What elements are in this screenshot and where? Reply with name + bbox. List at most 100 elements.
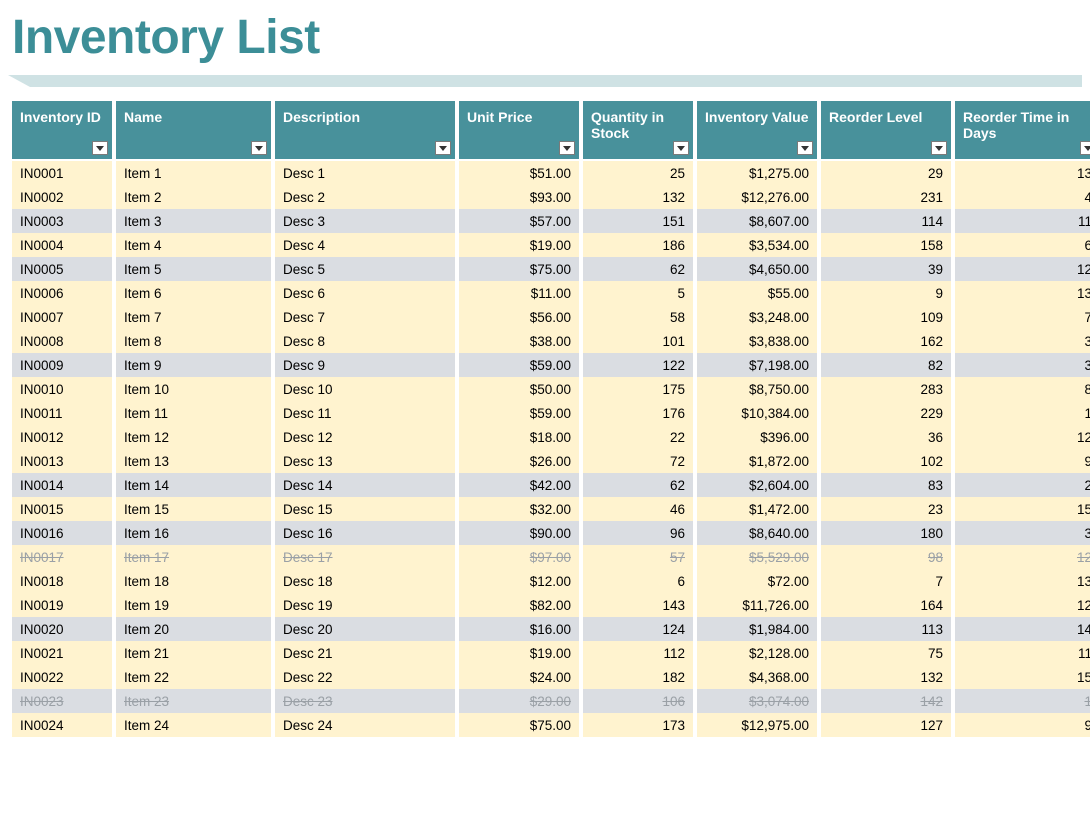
cell-desc: Desc 6 xyxy=(275,281,455,305)
cell-qty: 124 xyxy=(583,617,693,641)
table-row[interactable]: IN0018Item 18Desc 18$12.006$72.00713 xyxy=(12,569,1090,593)
table-row[interactable]: IN0007Item 7Desc 7$56.0058$3,248.001097 xyxy=(12,305,1090,329)
table-row[interactable]: IN0005Item 5Desc 5$75.0062$4,650.003912 xyxy=(12,257,1090,281)
cell-id: IN0009 xyxy=(12,353,112,377)
table-row[interactable]: IN0017Item 17Desc 17$97.0057$5,529.00981… xyxy=(12,545,1090,569)
cell-id: IN0013 xyxy=(12,449,112,473)
cell-value: $3,074.00 xyxy=(697,689,817,713)
cell-id: IN0020 xyxy=(12,617,112,641)
cell-value: $2,604.00 xyxy=(697,473,817,497)
table-row[interactable]: IN0008Item 8Desc 8$38.00101$3,838.001623 xyxy=(12,329,1090,353)
table-row[interactable]: IN0012Item 12Desc 12$18.0022$396.003612 xyxy=(12,425,1090,449)
cell-qty: 112 xyxy=(583,641,693,665)
cell-value: $12,975.00 xyxy=(697,713,817,737)
cell-price: $93.00 xyxy=(459,185,579,209)
table-row[interactable]: IN0003Item 3Desc 3$57.00151$8,607.001141… xyxy=(12,209,1090,233)
cell-price: $42.00 xyxy=(459,473,579,497)
filter-dropdown-icon[interactable] xyxy=(931,141,947,155)
cell-reorder: 142 xyxy=(821,689,951,713)
table-row[interactable]: IN0002Item 2Desc 2$93.00132$12,276.00231… xyxy=(12,185,1090,209)
cell-price: $51.00 xyxy=(459,161,579,185)
column-header-value[interactable]: Inventory Value xyxy=(697,101,817,161)
filter-dropdown-icon[interactable] xyxy=(673,141,689,155)
cell-desc: Desc 4 xyxy=(275,233,455,257)
table-row[interactable]: IN0009Item 9Desc 9$59.00122$7,198.00823 xyxy=(12,353,1090,377)
cell-name: Item 8 xyxy=(116,329,271,353)
cell-desc: Desc 8 xyxy=(275,329,455,353)
table-row[interactable]: IN0011Item 11Desc 11$59.00176$10,384.002… xyxy=(12,401,1090,425)
filter-dropdown-icon[interactable] xyxy=(251,141,267,155)
table-row[interactable]: IN0015Item 15Desc 15$32.0046$1,472.00231… xyxy=(12,497,1090,521)
cell-reorder: 29 xyxy=(821,161,951,185)
cell-reorder: 39 xyxy=(821,257,951,281)
filter-dropdown-icon[interactable] xyxy=(1080,141,1090,155)
column-label: Reorder Time in Days xyxy=(963,109,1069,141)
cell-name: Item 24 xyxy=(116,713,271,737)
cell-qty: 96 xyxy=(583,521,693,545)
cell-value: $8,607.00 xyxy=(697,209,817,233)
cell-desc: Desc 12 xyxy=(275,425,455,449)
column-header-price[interactable]: Unit Price xyxy=(459,101,579,161)
table-row[interactable]: IN0001Item 1Desc 1$51.0025$1,275.002913 xyxy=(12,161,1090,185)
table-row[interactable]: IN0020Item 20Desc 20$16.00124$1,984.0011… xyxy=(12,617,1090,641)
table-row[interactable]: IN0024Item 24Desc 24$75.00173$12,975.001… xyxy=(12,713,1090,737)
cell-reorder: 75 xyxy=(821,641,951,665)
cell-days: 12 xyxy=(955,545,1090,569)
table-row[interactable]: IN0019Item 19Desc 19$82.00143$11,726.001… xyxy=(12,593,1090,617)
table-row[interactable]: IN0014Item 14Desc 14$42.0062$2,604.00832 xyxy=(12,473,1090,497)
cell-days: 11 xyxy=(955,209,1090,233)
table-row[interactable]: IN0013Item 13Desc 13$26.0072$1,872.00102… xyxy=(12,449,1090,473)
filter-dropdown-icon[interactable] xyxy=(435,141,451,155)
table-row[interactable]: IN0021Item 21Desc 21$19.00112$2,128.0075… xyxy=(12,641,1090,665)
cell-name: Item 4 xyxy=(116,233,271,257)
cell-name: Item 12 xyxy=(116,425,271,449)
cell-value: $4,650.00 xyxy=(697,257,817,281)
cell-qty: 62 xyxy=(583,257,693,281)
cell-id: IN0004 xyxy=(12,233,112,257)
cell-desc: Desc 15 xyxy=(275,497,455,521)
cell-price: $56.00 xyxy=(459,305,579,329)
table-row[interactable]: IN0023Item 23Desc 23$29.00106$3,074.0014… xyxy=(12,689,1090,713)
table-row[interactable]: IN0016Item 16Desc 16$90.0096$8,640.00180… xyxy=(12,521,1090,545)
cell-reorder: 231 xyxy=(821,185,951,209)
cell-reorder: 180 xyxy=(821,521,951,545)
cell-qty: 25 xyxy=(583,161,693,185)
cell-name: Item 22 xyxy=(116,665,271,689)
column-header-desc[interactable]: Description xyxy=(275,101,455,161)
column-header-reorder[interactable]: Reorder Level xyxy=(821,101,951,161)
cell-price: $26.00 xyxy=(459,449,579,473)
cell-days: 13 xyxy=(955,569,1090,593)
cell-days: 15 xyxy=(955,497,1090,521)
cell-value: $2,128.00 xyxy=(697,641,817,665)
cell-desc: Desc 22 xyxy=(275,665,455,689)
cell-desc: Desc 3 xyxy=(275,209,455,233)
cell-name: Item 18 xyxy=(116,569,271,593)
cell-value: $8,640.00 xyxy=(697,521,817,545)
filter-dropdown-icon[interactable] xyxy=(797,141,813,155)
column-header-name[interactable]: Name xyxy=(116,101,271,161)
cell-value: $7,198.00 xyxy=(697,353,817,377)
cell-qty: 72 xyxy=(583,449,693,473)
cell-days: 9 xyxy=(955,449,1090,473)
column-header-qty[interactable]: Quantity in Stock xyxy=(583,101,693,161)
cell-days: 12 xyxy=(955,593,1090,617)
cell-id: IN0001 xyxy=(12,161,112,185)
table-row[interactable]: IN0022Item 22Desc 22$24.00182$4,368.0013… xyxy=(12,665,1090,689)
cell-desc: Desc 21 xyxy=(275,641,455,665)
column-header-days[interactable]: Reorder Time in Days xyxy=(955,101,1090,161)
table-row[interactable]: IN0004Item 4Desc 4$19.00186$3,534.001586 xyxy=(12,233,1090,257)
cell-value: $55.00 xyxy=(697,281,817,305)
column-label: Name xyxy=(124,109,162,125)
column-header-id[interactable]: Inventory ID xyxy=(12,101,112,161)
cell-reorder: 162 xyxy=(821,329,951,353)
table-row[interactable]: IN0006Item 6Desc 6$11.005$55.00913 xyxy=(12,281,1090,305)
cell-qty: 182 xyxy=(583,665,693,689)
cell-days: 7 xyxy=(955,305,1090,329)
filter-dropdown-icon[interactable] xyxy=(92,141,108,155)
cell-desc: Desc 17 xyxy=(275,545,455,569)
cell-qty: 143 xyxy=(583,593,693,617)
cell-id: IN0007 xyxy=(12,305,112,329)
filter-dropdown-icon[interactable] xyxy=(559,141,575,155)
table-row[interactable]: IN0010Item 10Desc 10$50.00175$8,750.0028… xyxy=(12,377,1090,401)
cell-reorder: 82 xyxy=(821,353,951,377)
